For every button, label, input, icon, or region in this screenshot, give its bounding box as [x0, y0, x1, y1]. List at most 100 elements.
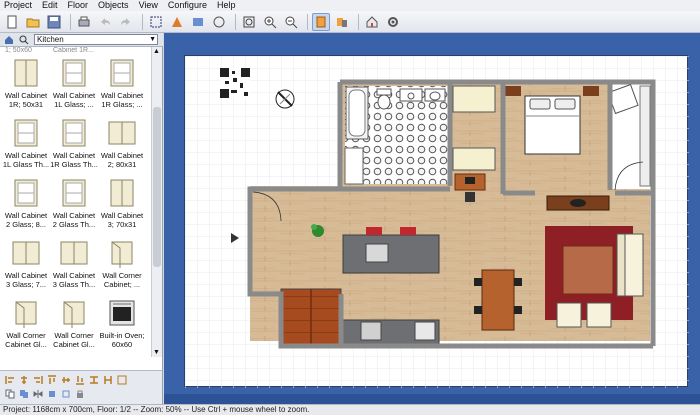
- catalog-item[interactable]: Wall Cabinet 2; 80x31: [98, 115, 146, 173]
- zoom-out-icon[interactable]: [282, 13, 300, 31]
- desk: [454, 173, 486, 191]
- bathtub-icon: [345, 86, 369, 140]
- app-window: Project Edit Floor Objects View Configur…: [0, 0, 700, 415]
- back-icon[interactable]: [60, 388, 71, 399]
- catalog-item[interactable]: Wall Cabinet 2 Glass; 8...: [2, 175, 50, 233]
- settings-icon[interactable]: [384, 13, 402, 31]
- scroll-down-icon[interactable]: ▼: [153, 349, 160, 356]
- plan-horizontal-scrollbar[interactable]: [164, 394, 700, 404]
- double-cabinet-icon: [107, 117, 137, 149]
- toolbar-separator: [70, 13, 71, 30]
- distribute-icon[interactable]: [88, 374, 99, 385]
- new-icon[interactable]: [3, 13, 21, 31]
- catalog-item[interactable]: Wall Cabinet 3 Glass; 7...: [2, 235, 50, 293]
- main-toolbar: [0, 11, 700, 33]
- clipped-label: 1; 50x60: [5, 47, 32, 54]
- category-dropdown[interactable]: Kitchen ▼: [34, 34, 158, 45]
- home-icon[interactable]: [3, 34, 15, 46]
- undo-icon[interactable]: [96, 13, 114, 31]
- catalog-item-sublabel: 1R Glass; ...: [101, 100, 143, 109]
- print-icon[interactable]: [75, 13, 93, 31]
- stove-icon: [360, 321, 382, 341]
- catalog-item[interactable]: Wall Corner Cabinet Gl...: [2, 295, 50, 353]
- catalog-item[interactable]: Wall Cabinet 3 Glass Th...: [50, 235, 98, 293]
- catalog-item-label: Wall Cabinet: [100, 91, 144, 100]
- catalog-scrollbar[interactable]: ▲ ▼: [151, 47, 162, 357]
- menu-view[interactable]: View: [139, 0, 158, 11]
- floor-plan-drawing[interactable]: [185, 56, 689, 388]
- align-center-icon[interactable]: [18, 374, 29, 385]
- duplicate-icon[interactable]: [18, 388, 29, 399]
- catalog-item[interactable]: Wall Cabinet 1L Glass Th...: [2, 115, 50, 173]
- save-icon[interactable]: [45, 13, 63, 31]
- catalog-item-sublabel: 3; 70x31: [107, 220, 137, 229]
- menu-edit[interactable]: Edit: [42, 0, 58, 11]
- menu-project[interactable]: Project: [4, 0, 32, 11]
- toolbar-separator: [307, 13, 308, 30]
- clipped-label: Cabinet 1R...: [53, 47, 94, 54]
- corner-cabinet-icon: [107, 237, 137, 269]
- group-icon[interactable]: [116, 374, 127, 385]
- catalog-item-sublabel: 3 Glass Th...: [52, 280, 96, 289]
- catalog-item-sublabel: 1L Glass Th...: [2, 160, 50, 169]
- align-bottom-icon[interactable]: [74, 374, 85, 385]
- qr-code-icon: [220, 68, 250, 98]
- toolbar-separator: [142, 13, 143, 30]
- zoom-in-icon[interactable]: [261, 13, 279, 31]
- catalog-item[interactable]: Wall Cabinet 1R Glass; ...: [98, 55, 146, 113]
- catalog-item[interactable]: Wall Cabinet 1R; 50x31: [2, 55, 50, 113]
- scroll-up-icon[interactable]: ▲: [153, 48, 160, 55]
- plan-canvas[interactable]: [184, 55, 689, 388]
- sofa-icon: [616, 233, 644, 297]
- nightstand-left: [505, 86, 521, 96]
- wall-cabinet-icon: [107, 177, 137, 209]
- catalog-item-label: Wall Cabinet: [4, 211, 48, 220]
- pan-icon[interactable]: [168, 13, 186, 31]
- catalog-item-label: Wall Cabinet: [4, 91, 48, 100]
- catalog-item[interactable]: Wall Cabinet 1L Glass; ...: [50, 55, 98, 113]
- menu-configure[interactable]: Configure: [168, 0, 207, 11]
- menu-floor[interactable]: Floor: [68, 0, 89, 11]
- distribute-vertical-icon[interactable]: [102, 374, 113, 385]
- menu-objects[interactable]: Objects: [98, 0, 129, 11]
- select-icon[interactable]: [147, 13, 165, 31]
- catalog-item-label: Wall Cabinet: [52, 211, 96, 220]
- catalog-item[interactable]: Wall Cabinet 2 Glass Th...: [50, 175, 98, 233]
- view-3d-icon[interactable]: [333, 13, 351, 31]
- catalog-item[interactable]: Wall Cabinet 3; 70x31: [98, 175, 146, 233]
- open-icon[interactable]: [24, 13, 42, 31]
- catalog-item-label: Wall Cabinet: [4, 271, 48, 280]
- view-2d-icon[interactable]: [312, 12, 330, 31]
- catalog-item[interactable]: Wall Cabinet 1R Glass Th...: [50, 115, 98, 173]
- catalog-item-sublabel: 2 Glass; 8...: [5, 220, 47, 229]
- glass-cabinet-icon: [107, 57, 137, 89]
- mirror-icon[interactable]: [32, 388, 43, 399]
- toolbar-separator: [235, 13, 236, 30]
- front-icon[interactable]: [46, 388, 57, 399]
- scrollbar-thumb[interactable]: [153, 107, 161, 267]
- menu-help[interactable]: Help: [217, 0, 236, 11]
- catalog-item-sublabel: 1L Glass; ...: [54, 100, 94, 109]
- dishwasher-icon: [414, 321, 436, 341]
- move-icon[interactable]: [189, 13, 207, 31]
- align-middle-icon[interactable]: [60, 374, 71, 385]
- align-right-icon[interactable]: [32, 374, 43, 385]
- catalog-header: Kitchen ▼: [0, 33, 163, 47]
- copy-icon[interactable]: [4, 388, 15, 399]
- catalog-item[interactable]: Wall Corner Cabinet Gl...: [50, 295, 98, 353]
- rotate-icon[interactable]: [210, 13, 228, 31]
- redo-icon[interactable]: [117, 13, 135, 31]
- catalog-item[interactable]: Built-in Oven; 60x60: [98, 295, 146, 353]
- lock-icon[interactable]: [74, 388, 85, 399]
- clipped-label: [98, 47, 146, 55]
- align-top-icon[interactable]: [46, 374, 57, 385]
- house-icon[interactable]: [363, 13, 381, 31]
- search-icon[interactable]: [18, 34, 30, 46]
- catalog-item[interactable]: Wall Corner Cabinet; ...: [98, 235, 146, 293]
- floor-plan-view[interactable]: [164, 33, 700, 404]
- zoom-fit-icon[interactable]: [240, 13, 258, 31]
- catalog-tools: [0, 370, 163, 404]
- catalog-item-label: Wall Cabinet: [100, 211, 144, 220]
- washbasin-icon: [424, 88, 446, 102]
- align-left-icon[interactable]: [4, 374, 15, 385]
